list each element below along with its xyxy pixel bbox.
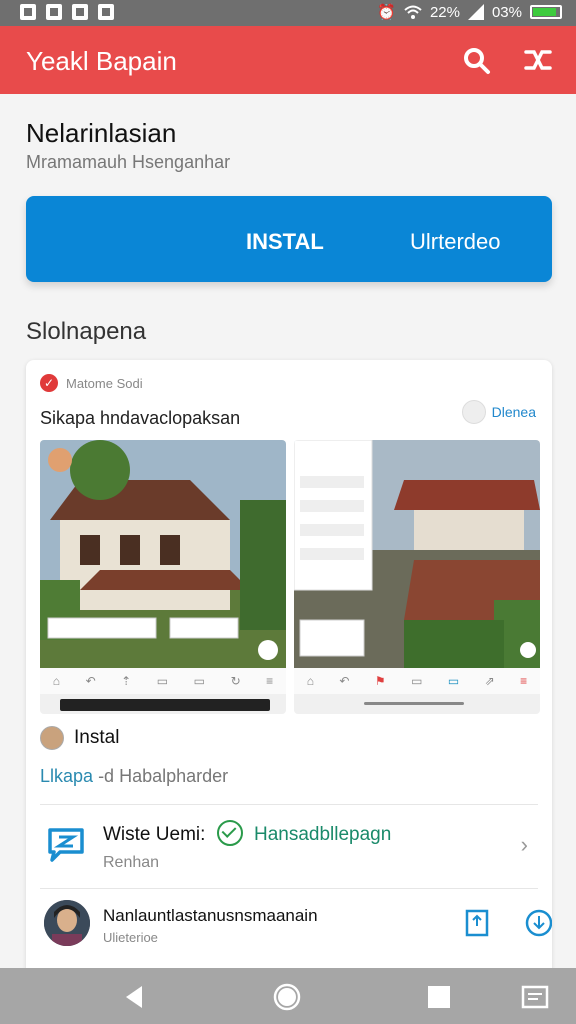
home-icon: ⌂	[306, 674, 314, 688]
screenshot-bottom	[294, 694, 540, 714]
source-badge: ✓ Matome Sodi	[40, 374, 143, 392]
screenshot-bottom	[40, 694, 286, 714]
notification-icon	[20, 4, 36, 20]
battery-percent: 03%	[491, 3, 522, 21]
screenshot-1[interactable]: ⌂ ↶ ⇡ ▭ ▭ ↻ ≡	[40, 440, 286, 714]
menu-icon: ≡	[266, 674, 274, 688]
back-icon: ↶	[339, 674, 350, 688]
flag-icon: ⚑	[374, 674, 386, 688]
notification-icon	[98, 4, 114, 20]
window-icon: ▭	[193, 674, 206, 688]
card-action-label[interactable]: Dlenea	[492, 404, 536, 420]
secondary-button[interactable]: Ulrterdeo	[410, 229, 500, 255]
screenshot-2[interactable]: ⌂ ↶ ⚑ ▭ ▭ ⇗ ≡	[294, 440, 540, 714]
notification-icon	[72, 4, 88, 20]
screenshot-nav: ⌂ ↶ ⚑ ▭ ▭ ⇗ ≡	[294, 668, 540, 694]
screenshot-image	[294, 440, 540, 668]
window-icon: ▭	[447, 674, 460, 688]
list-item-title: Wiste Uemi: Hansadbllepagn	[103, 820, 392, 848]
window-icon: ▭	[156, 674, 169, 688]
tagline-prefix: Llkapa	[40, 766, 94, 786]
more-icon[interactable]	[461, 400, 486, 424]
back-icon: ↶	[85, 674, 96, 688]
list-item[interactable]: Nanlauntlastanusnsmaanain Ulieterioe	[40, 896, 552, 968]
recents-icon[interactable]	[424, 982, 454, 1012]
screenshot-bar	[60, 699, 270, 711]
signal-icon	[467, 4, 484, 20]
divider	[40, 888, 538, 889]
section-title: Slolnapena	[26, 318, 147, 345]
install-label[interactable]: Instal	[74, 727, 119, 749]
wifi-icon	[404, 5, 422, 19]
tab-icon: ⇡	[121, 674, 132, 688]
app-title: Yeakl Bapain	[26, 46, 177, 76]
screenshot-image	[40, 440, 286, 668]
divider	[40, 804, 538, 805]
status-percent: 22%	[429, 3, 460, 21]
tagline-text: -d Habalpharder	[98, 766, 229, 786]
shuffle-icon[interactable]	[522, 44, 554, 76]
badge-label: Matome Sodi	[66, 375, 143, 391]
scroll-indicator	[364, 702, 464, 705]
list-item-name: Wiste Uemi:	[103, 824, 206, 846]
menu-icon: ≡	[520, 674, 528, 688]
chat-icon	[48, 828, 84, 862]
share-icon: ⇗	[484, 674, 495, 688]
battery-fill	[533, 8, 556, 16]
back-icon[interactable]	[120, 982, 150, 1012]
app-bar: Yeakl Bapain	[0, 26, 576, 94]
bookmark-icon[interactable]	[462, 908, 492, 938]
list-item-highlight: Hansadbllepagn	[253, 824, 392, 846]
card-action[interactable]: Dlenea	[461, 400, 536, 424]
tagline: Llkapa -d Habalpharder	[40, 766, 228, 787]
install-banner[interactable]: INSTAL Ulrterdeo	[26, 196, 552, 282]
search-icon[interactable]	[460, 44, 492, 76]
check-icon	[216, 820, 243, 846]
install-row[interactable]: Instal	[40, 726, 119, 750]
screenshot-nav: ⌂ ↶ ⇡ ▭ ▭ ↻ ≡	[40, 668, 286, 694]
alarm-icon: ⏰	[377, 4, 396, 21]
chevron-right-icon[interactable]: ›	[521, 832, 528, 858]
avatar	[40, 726, 64, 750]
battery-icon	[530, 5, 562, 19]
screenshot-icon[interactable]	[520, 982, 550, 1012]
status-bar: ⏰ 22% 03%	[0, 0, 576, 26]
window-icon: ▭	[411, 674, 423, 688]
page-title: Nelarinlasian	[26, 118, 177, 148]
system-icons: ⏰ 22% 03%	[377, 3, 562, 21]
refresh-icon: ↻	[230, 674, 241, 688]
home-icon[interactable]	[272, 982, 302, 1012]
avatar	[44, 900, 90, 946]
app-card: ✓ Matome Sodi Sikapa hndavaclopaksan Dle…	[26, 360, 552, 980]
card-title: Sikapa hndavaclopaksan	[40, 408, 241, 428]
list-item[interactable]: Wiste Uemi: Hansadbllepagn Renhan ›	[40, 814, 538, 886]
list-item-subtitle: Renhan	[103, 854, 160, 871]
page-subtitle: Mramamauh Hsenganhar	[26, 152, 231, 172]
install-button[interactable]: INSTAL	[246, 229, 324, 255]
list-item-subtitle: Ulieterioe	[103, 930, 158, 945]
system-nav-bar	[0, 968, 576, 1024]
download-icon[interactable]	[524, 908, 552, 938]
notification-icons	[20, 4, 114, 20]
notification-icon	[46, 4, 62, 20]
home-icon: ⌂	[52, 674, 61, 688]
list-item-title: Nanlauntlastanusnsmaanain	[103, 906, 318, 925]
verified-icon: ✓	[40, 374, 58, 392]
